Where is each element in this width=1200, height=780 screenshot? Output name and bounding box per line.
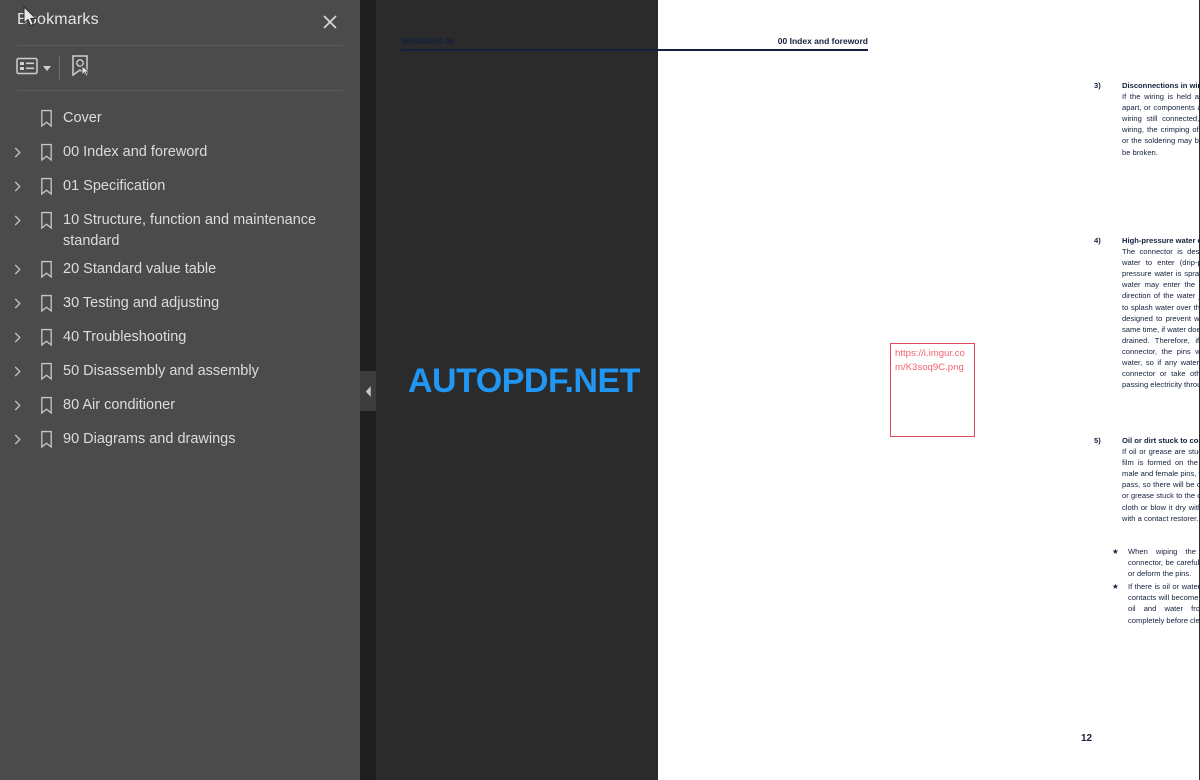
chapter-title: 00 Index and foreword (777, 36, 868, 46)
bookmark-icon (34, 390, 58, 420)
bookmark-options-button[interactable] (16, 53, 51, 83)
section-title: Oil or dirt stuck to connector (1122, 436, 1200, 445)
bookmark-item-label: 90 Diagrams and drawings (63, 431, 236, 447)
bookmark-item-30-testing-and-adjusting[interactable]: 30 Testing and adjusting (0, 287, 360, 321)
section-body: The connector is designed to make it dif… (1122, 247, 1200, 390)
new-bookmark-button[interactable] (69, 53, 91, 83)
bookmark-item-90-diagrams-and-drawings[interactable]: 90 Diagrams and drawings (0, 423, 360, 457)
twisty-placeholder (0, 103, 34, 133)
bookmark-icon (34, 424, 58, 454)
bookmark-icon (34, 103, 58, 133)
chevron-left-icon (365, 385, 371, 397)
section-body: If oil or grease are stuck to the connec… (1122, 447, 1200, 523)
bookmark-tree: Cover 00 Index and foreword 01 Specifica… (0, 96, 360, 780)
section-3: 3) Disconnections in wiring If the wirin… (1094, 80, 1200, 158)
bookmark-item-label: 20 Standard value table (63, 261, 217, 277)
chevron-right-icon[interactable] (0, 356, 34, 386)
section-number: 5) (1094, 436, 1101, 445)
page-header: SEN00599-05 00 Index and foreword (401, 36, 868, 51)
section-body: If the wiring is held and the connectors… (1122, 92, 1200, 157)
chevron-right-icon[interactable] (0, 254, 34, 284)
bookmark-icon (34, 288, 58, 318)
star-icon: ★ (1112, 547, 1119, 556)
bookmark-icon (34, 254, 58, 284)
bookmark-item-80-air-conditioner[interactable]: 80 Air conditioner (0, 389, 360, 423)
sidebar-collapse-handle[interactable] (360, 371, 376, 411)
bookmark-icon (34, 171, 58, 201)
chevron-right-icon[interactable] (0, 205, 34, 235)
chevron-down-icon (43, 65, 51, 71)
close-icon[interactable] (320, 12, 340, 32)
note-text: When wiping the mating portion of the co… (1128, 547, 1200, 579)
note-text: If there is oil or water in the compress… (1128, 582, 1200, 625)
toolbar-separator (59, 56, 60, 80)
bookmark-item-label: 00 Index and foreword (63, 144, 208, 160)
list-options-icon (16, 57, 38, 80)
page-footer: 12 D155AX-6 (1081, 733, 1200, 744)
chevron-right-icon[interactable] (0, 322, 34, 352)
bookmark-item-00-index-and-foreword[interactable]: 00 Index and foreword (0, 136, 360, 170)
bookmark-item-01-specification[interactable]: 01 Specification (0, 170, 360, 204)
star-icon: ★ (1112, 582, 1119, 592)
bookmark-item-label: 30 Testing and adjusting (63, 295, 220, 311)
section-5: 5) Oil or dirt stuck to connector If oil… (1094, 435, 1200, 524)
bookmarks-panel: Bookmarks Cover 00 Index and foreword 01… (0, 0, 360, 780)
section-title: High-pressure water entering connector (1122, 236, 1200, 245)
bookmark-item-label: 40 Troubleshooting (63, 329, 187, 345)
bookmark-item-50-disassembly-and-assembly[interactable]: 50 Disassembly and assembly (0, 355, 360, 389)
section-4: 4) High-pressure water entering connecto… (1094, 235, 1200, 390)
bookmark-item-10-structure-function-and-maintenance-standard[interactable]: 10 Structure, function and maintenance s… (0, 204, 360, 253)
bookmark-item-label: 01 Specification (63, 178, 166, 194)
bookmark-icon (34, 322, 58, 352)
section-number: 4) (1094, 236, 1101, 245)
bookmarks-toolbar (0, 45, 360, 90)
new-bookmark-icon (69, 54, 91, 83)
section-number: 3) (1094, 81, 1101, 90)
bookmark-icon (34, 205, 58, 235)
bookmark-item-20-standard-value-table[interactable]: 20 Standard value table (0, 253, 360, 287)
watermark-autopdf: AUTOPDF.NET (408, 362, 640, 400)
note-item: ★ When wiping the mating portion of the … (1112, 546, 1200, 579)
chevron-right-icon[interactable] (0, 424, 34, 454)
note-item: ★ If there is oil or water in the compre… (1112, 581, 1200, 625)
bookmark-item-cover[interactable]: Cover (0, 102, 360, 136)
document-number: SEN00599-05 (401, 36, 455, 46)
bookmark-item-label: 80 Air conditioner (63, 397, 176, 413)
bookmark-item-label: Cover (63, 110, 102, 126)
bookmarks-panel-header: Bookmarks (0, 0, 360, 45)
page-number: 12 (1081, 733, 1093, 744)
chevron-right-icon[interactable] (0, 137, 34, 167)
chevron-right-icon[interactable] (0, 288, 34, 318)
bookmark-icon (34, 137, 58, 167)
bookmark-icon (34, 356, 58, 386)
section-title: Disconnections in wiring (1122, 81, 1200, 90)
chevron-right-icon[interactable] (0, 171, 34, 201)
chevron-right-icon[interactable] (0, 390, 34, 420)
panel-divider-bottom (17, 90, 343, 91)
bookmark-item-label: 10 Structure, function and maintenance s… (63, 212, 317, 249)
notes-list: ★ When wiping the mating portion of the … (1112, 546, 1200, 628)
bookmark-item-40-troubleshooting[interactable]: 40 Troubleshooting (0, 321, 360, 355)
broken-image-placeholder[interactable]: https://i.imgur.com/K3soq9C.png (890, 343, 975, 437)
header-rule (401, 49, 868, 51)
mouse-cursor (23, 5, 37, 32)
bookmark-item-label: 50 Disassembly and assembly (63, 363, 259, 379)
broken-image-alt-text: https://i.imgur.com/K3soq9C.png (895, 348, 965, 373)
